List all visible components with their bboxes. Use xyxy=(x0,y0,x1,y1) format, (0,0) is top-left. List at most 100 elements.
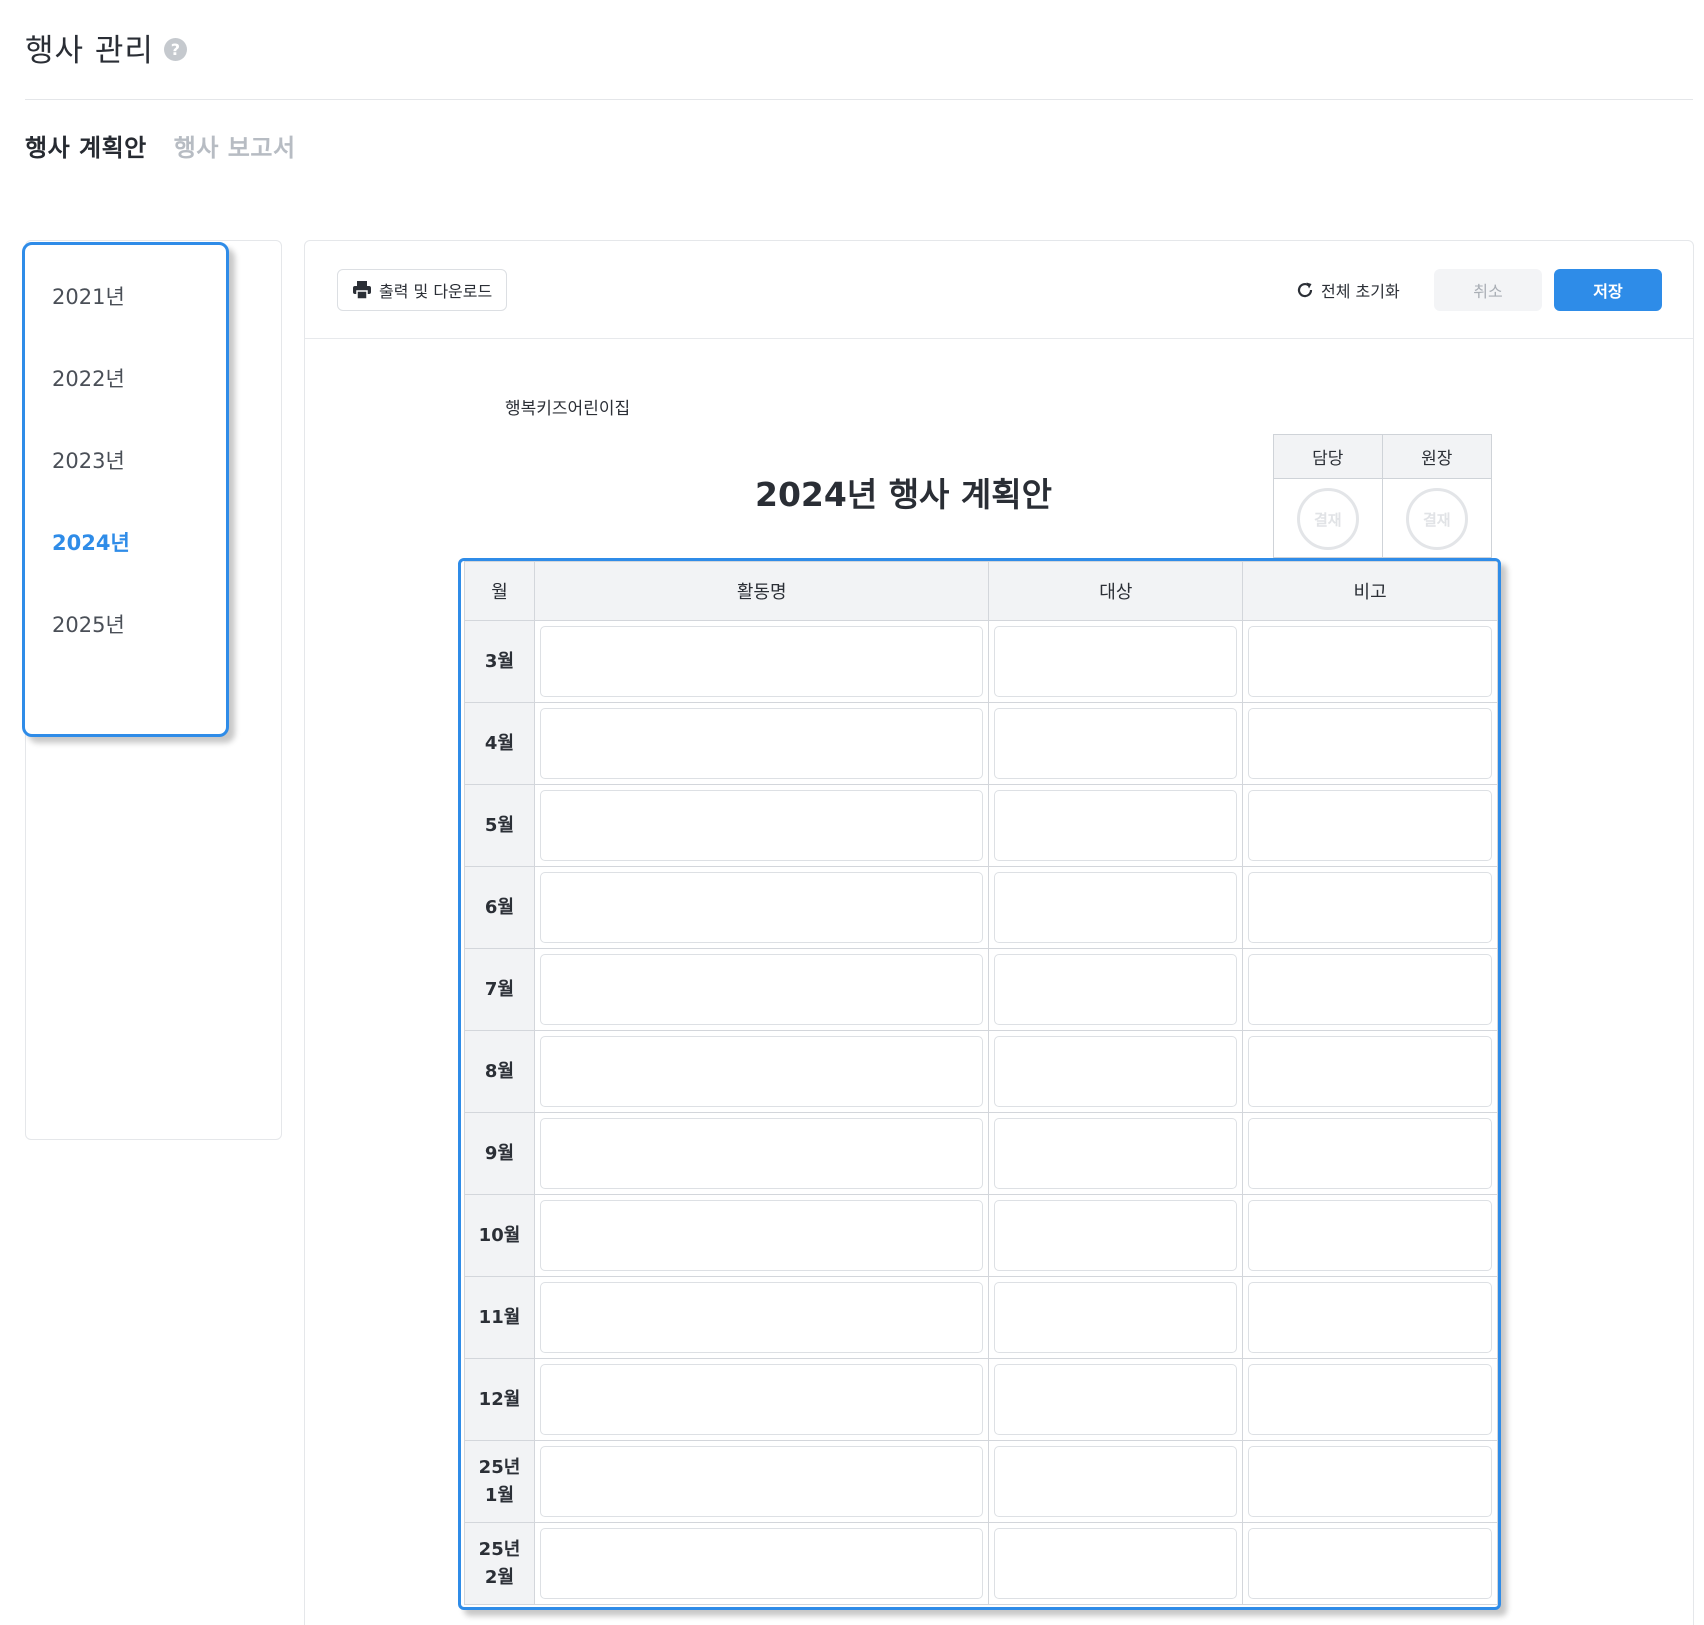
activity-input[interactable] xyxy=(539,1364,984,1435)
note-cell xyxy=(1242,620,1498,703)
month-cell: 4월 xyxy=(464,702,535,785)
approval-cell-director: 결재 xyxy=(1383,479,1492,559)
target-input[interactable] xyxy=(994,1118,1238,1189)
activity-cell xyxy=(533,1522,990,1605)
refresh-icon xyxy=(1295,280,1315,300)
table-row: 7월 xyxy=(464,948,1498,1031)
target-input[interactable] xyxy=(994,1446,1238,1517)
table-row: 11월 xyxy=(464,1276,1498,1359)
activity-input[interactable] xyxy=(539,1282,984,1353)
activity-input[interactable] xyxy=(539,626,984,697)
table-row: 4월 xyxy=(464,702,1498,785)
page-title: 행사 관리 xyxy=(25,32,154,69)
target-input[interactable] xyxy=(994,954,1238,1025)
note-cell xyxy=(1242,1276,1498,1359)
activity-input[interactable] xyxy=(539,790,984,861)
activity-cell xyxy=(533,702,990,785)
table-row: 25년 2월 xyxy=(464,1522,1498,1605)
target-cell xyxy=(988,784,1244,867)
target-input[interactable] xyxy=(994,708,1238,779)
month-cell: 7월 xyxy=(464,948,535,1031)
month-cell: 5월 xyxy=(464,784,535,867)
note-input[interactable] xyxy=(1248,1036,1492,1107)
note-cell xyxy=(1242,1358,1498,1441)
year-item-2024[interactable]: 2024년 xyxy=(25,501,226,583)
year-item-2022[interactable]: 2022년 xyxy=(25,337,226,419)
activity-cell xyxy=(533,1440,990,1523)
target-input[interactable] xyxy=(994,1282,1238,1353)
target-input[interactable] xyxy=(994,1364,1238,1435)
activity-cell xyxy=(533,866,990,949)
note-cell xyxy=(1242,948,1498,1031)
target-input[interactable] xyxy=(994,626,1238,697)
target-input[interactable] xyxy=(994,872,1238,943)
activity-input[interactable] xyxy=(539,1118,984,1189)
print-download-button[interactable]: 출력 및 다운로드 xyxy=(337,269,508,311)
note-input[interactable] xyxy=(1248,1282,1492,1353)
save-button[interactable]: 저장 xyxy=(1554,269,1662,311)
target-input[interactable] xyxy=(994,1036,1238,1107)
target-input[interactable] xyxy=(994,790,1238,861)
approval-box: 담당 원장 결재 결재 xyxy=(1273,434,1492,559)
note-input[interactable] xyxy=(1248,1446,1492,1517)
activity-cell xyxy=(533,620,990,703)
note-input[interactable] xyxy=(1248,1118,1492,1189)
table-row: 10월 xyxy=(464,1194,1498,1277)
approval-head-manager: 담당 xyxy=(1274,435,1383,479)
month-cell: 3월 xyxy=(464,620,535,703)
year-list: 2021년 2022년 2023년 2024년 2025년 xyxy=(22,242,229,737)
header-month: 월 xyxy=(464,561,535,621)
activity-cell xyxy=(533,1358,990,1441)
note-input[interactable] xyxy=(1248,1364,1492,1435)
note-input[interactable] xyxy=(1248,872,1492,943)
question-circle-icon[interactable]: ? xyxy=(163,37,187,61)
cancel-button[interactable]: 취소 xyxy=(1434,269,1542,311)
activity-input[interactable] xyxy=(539,1036,984,1107)
target-cell xyxy=(988,948,1244,1031)
tab-bar: 행사 계획안 행사 보고서 xyxy=(25,128,296,163)
tab-event-plan[interactable]: 행사 계획안 xyxy=(25,128,147,163)
activity-cell xyxy=(533,1194,990,1277)
approval-cell-manager: 결재 xyxy=(1274,479,1383,559)
note-input[interactable] xyxy=(1248,790,1492,861)
tab-event-report[interactable]: 행사 보고서 xyxy=(174,128,296,163)
table-row: 3월 xyxy=(464,620,1498,703)
target-cell xyxy=(988,1522,1244,1605)
plan-table: 월 활동명 대상 비고 3월 4월 5월 6월 7월 8월 9월 10월 11월… xyxy=(464,561,1498,1605)
note-input[interactable] xyxy=(1248,1528,1492,1599)
activity-input[interactable] xyxy=(539,708,984,779)
note-cell xyxy=(1242,1194,1498,1277)
target-cell xyxy=(988,1194,1244,1277)
target-input[interactable] xyxy=(994,1200,1238,1271)
page-header: 행사 관리 ? xyxy=(25,22,187,72)
approval-stamp[interactable]: 결재 xyxy=(1405,488,1468,550)
year-item-2023[interactable]: 2023년 xyxy=(25,419,226,501)
table-row: 6월 xyxy=(464,866,1498,949)
activity-input[interactable] xyxy=(539,1528,984,1599)
reset-all-button[interactable]: 전체 초기화 xyxy=(1295,269,1400,311)
note-cell xyxy=(1242,1112,1498,1195)
year-item-2021[interactable]: 2021년 xyxy=(25,255,226,337)
table-header-row: 월 활동명 대상 비고 xyxy=(464,561,1498,621)
month-cell: 8월 xyxy=(464,1030,535,1113)
note-cell xyxy=(1242,866,1498,949)
activity-input[interactable] xyxy=(539,954,984,1025)
activity-input[interactable] xyxy=(539,1446,984,1517)
toolbar: 출력 및 다운로드 전체 초기화 취소 저장 xyxy=(305,241,1693,339)
note-input[interactable] xyxy=(1248,1200,1492,1271)
target-cell xyxy=(988,1276,1244,1359)
note-input[interactable] xyxy=(1248,626,1492,697)
printer-icon xyxy=(352,281,372,300)
activity-cell xyxy=(533,1276,990,1359)
note-input[interactable] xyxy=(1248,954,1492,1025)
year-item-2025[interactable]: 2025년 xyxy=(25,583,226,665)
activity-input[interactable] xyxy=(539,1200,984,1271)
note-input[interactable] xyxy=(1248,708,1492,779)
print-download-label: 출력 및 다운로드 xyxy=(379,282,493,301)
target-input[interactable] xyxy=(994,1528,1238,1599)
note-cell xyxy=(1242,784,1498,867)
activity-input[interactable] xyxy=(539,872,984,943)
activity-cell xyxy=(533,1030,990,1113)
approval-stamp[interactable]: 결재 xyxy=(1296,488,1359,550)
month-year-label: 25년 xyxy=(478,1538,521,1560)
